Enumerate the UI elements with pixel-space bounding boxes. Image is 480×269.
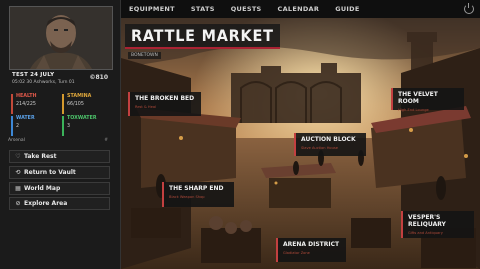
stat-stamina-label: STAMINA [67,94,92,99]
stat-stamina-value: 66/105 [67,102,84,107]
location-title: RATTLE MARKET [131,26,274,45]
stat-toxwater: TOXWATER 3 [62,116,114,136]
place-name: ARENA DISTRICT [283,241,340,248]
return-icon: ⟲ [15,169,21,176]
world-map-button[interactable]: ▦ World Map [9,182,110,195]
heart-icon: ♡ [15,153,21,160]
stat-health-label: HEALTH [16,94,37,99]
stat-toxwater-value: 3 [67,124,71,129]
place-arena-district[interactable]: ARENA DISTRICT Gladiator Zone [276,238,346,262]
map-icon: ▦ [15,185,21,192]
stat-water-value: 2 [16,124,20,129]
sidebar: TEST 24 JULY 05:02 30 Ashworks, Turn 01 … [0,0,121,269]
power-icon[interactable] [464,3,474,14]
nav-guide[interactable]: GUIDE [335,5,359,13]
stat-water-label: WATER [16,116,35,121]
stat-stamina: STAMINA 66/105 [62,94,114,114]
take-rest-button[interactable]: ♡ Take Rest [9,150,110,163]
stat-toxwater-label: TOXWATER [67,116,97,121]
location-subtitle: BONETOWN [128,52,161,59]
stats-panel: HEALTH 214/225 STAMINA 66/105 WATER 2 TO… [11,94,109,136]
world-map-label: World Map [24,185,61,192]
stat-water: WATER 2 [11,116,63,136]
arsenal-hash: # [104,138,108,143]
explore-area-button[interactable]: ⊘ Explore Area [9,197,110,210]
return-to-vault-button[interactable]: ⟲ Return to Vault [9,166,110,179]
nav-stats[interactable]: STATS [191,5,215,13]
nav-equipment[interactable]: EQUIPMENT [129,5,175,13]
place-name: THE SHARP END [169,185,224,192]
place-name: THE VELVET ROOM [398,91,438,105]
place-the-broken-bed[interactable]: THE BROKEN BED Rest & Heal [128,92,201,116]
place-name: VESPER'S RELIQUARY [408,214,446,228]
explore-area-label: Explore Area [24,200,68,207]
nav-quests[interactable]: QUESTS [231,5,262,13]
place-name: AUCTION BLOCK [301,136,356,143]
place-desc: High-End Lounge [398,108,429,112]
take-rest-label: Take Rest [24,153,57,160]
place-the-sharp-end[interactable]: THE SHARP END Black Weapon Shop [162,182,234,207]
place-vespers-reliquary[interactable]: VESPER'S RELIQUARY Gifts and Antiquary [401,211,474,238]
location-title-block: RATTLE MARKET [125,24,280,49]
arsenal-label: Arsenal [8,138,25,143]
place-desc: Gifts and Antiquary [408,231,443,235]
place-auction-block[interactable]: AUCTION BLOCK Slave Auction House [294,133,366,156]
top-nav: EQUIPMENT STATS QUESTS CALENDAR GUIDE [121,0,480,18]
money-counter: ©810 [89,74,108,81]
character-portrait [9,6,113,70]
stat-health-value: 214/225 [16,102,36,107]
stat-health: HEALTH 214/225 [11,94,63,114]
place-desc: Gladiator Zone [283,251,310,255]
place-desc: Slave Auction House [301,146,338,150]
nav-calendar[interactable]: CALENDAR [278,5,320,13]
place-desc: Rest & Heal [135,105,157,109]
game-date: TEST 24 JULY [12,72,55,78]
compass-icon: ⊘ [15,200,21,207]
place-the-velvet-room[interactable]: THE VELVET ROOM High-End Lounge [391,88,464,112]
place-desc: Black Weapon Shop [169,195,205,199]
return-to-vault-label: Return to Vault [24,169,76,176]
game-time-location: 05:02 30 Ashworks, Turn 01 [12,80,75,85]
place-name: THE BROKEN BED [135,95,195,102]
